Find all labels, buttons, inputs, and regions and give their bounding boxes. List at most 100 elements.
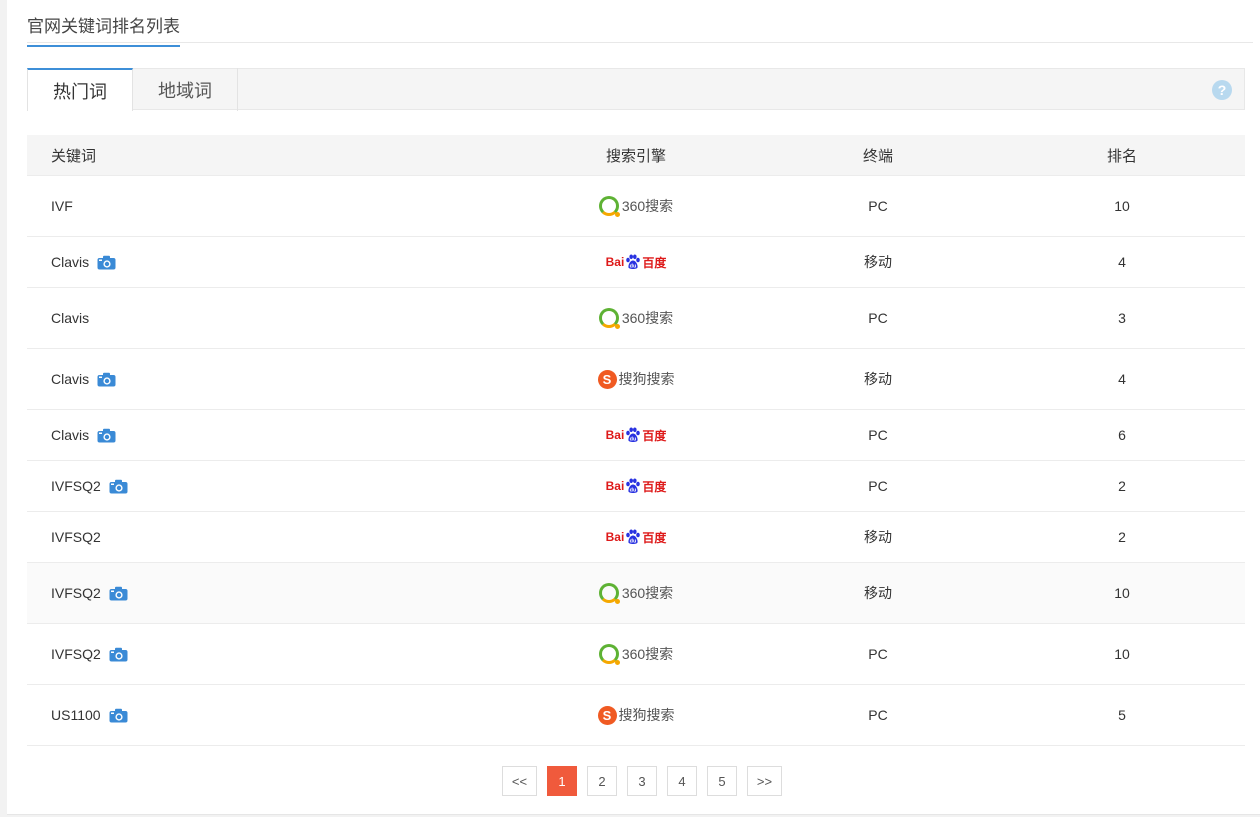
page-header: 官网关键词排名列表 [27, 0, 1253, 47]
engine-baidu-logo: Bai du 百度 [606, 475, 667, 497]
rank-cell: 10 [1114, 585, 1130, 601]
header-engine: 搜索引擎 [605, 147, 666, 165]
baidu-suffix: 百度 [642, 530, 667, 545]
snapshot-camera-icon[interactable] [109, 586, 128, 601]
baidu-prefix: Bai [605, 428, 625, 442]
next-page-button[interactable]: >> [747, 766, 782, 796]
page-5-button[interactable]: 5 [707, 766, 737, 796]
snapshot-camera-icon[interactable] [97, 372, 116, 387]
help-icon[interactable]: ? [1212, 80, 1232, 100]
keyword-cell: US1100 [27, 707, 515, 723]
pagination: << 1 2 3 4 5 >> [502, 766, 782, 796]
table-row: Clavis S 搜狗搜索 移动 4 [27, 349, 1245, 410]
engine-360-logo: 360搜索 [598, 307, 674, 329]
terminal-cell: PC [868, 310, 888, 326]
engine-label: 搜狗搜索 [618, 371, 675, 387]
keyword-text: IVFSQ2 [51, 529, 101, 545]
page-3-button[interactable]: 3 [627, 766, 657, 796]
keyword-text: IVF [51, 198, 73, 214]
keyword-text: Clavis [51, 371, 90, 387]
prev-page-button[interactable]: << [502, 766, 537, 796]
keyword-cell: Clavis [27, 254, 515, 270]
table-row: Clavis Bai du 百度 PC 6 [27, 410, 1245, 461]
table-row: Clavis 360搜索 PC 3 [27, 288, 1245, 349]
table-row: IVFSQ2 Bai du 百度 PC 2 [27, 461, 1245, 512]
engine-label: 360搜索 [621, 310, 674, 326]
table-row: IVFSQ2 360搜索 移动 10 [27, 563, 1245, 624]
header-keyword: 关键词 [51, 147, 97, 165]
rank-cell: 3 [1118, 310, 1126, 326]
keyword-text: US1100 [51, 707, 101, 723]
rank-cell: 4 [1118, 254, 1126, 270]
ring-360-icon [598, 583, 620, 604]
keyword-ranking-table: 关键词 搜索引擎 终端 排名 IVF 360搜索 PC 10 Clavis Ba… [27, 135, 1245, 746]
keyword-cell: IVFSQ2 [27, 585, 515, 601]
baidu-paw-text: du [630, 264, 637, 270]
engine-cell: Bai du 百度 [515, 475, 757, 497]
rank-cell: 2 [1118, 529, 1126, 545]
baidu-suffix: 百度 [642, 479, 667, 494]
keyword-cell: IVFSQ2 [27, 646, 515, 662]
table-row: IVFSQ2 360搜索 PC 10 [27, 624, 1245, 685]
keyword-text: IVFSQ2 [51, 646, 101, 662]
engine-baidu-logo: Bai du 百度 [605, 526, 667, 548]
tab-region-keywords[interactable]: 地域词 [133, 68, 238, 111]
terminal-cell: PC [868, 478, 888, 494]
baidu-suffix: 百度 [642, 255, 667, 270]
page-title: 官网关键词排名列表 [27, 12, 180, 47]
keyword-cell: IVFSQ2 [27, 529, 515, 545]
rank-cell: 5 [1118, 707, 1126, 723]
table-header: 关键词 搜索引擎 终端 排名 [27, 135, 1245, 176]
page-4-button[interactable]: 4 [667, 766, 697, 796]
page-2-button[interactable]: 2 [587, 766, 617, 796]
baidu-paw-icon: du [626, 254, 641, 270]
tab-hot-keywords[interactable]: 热门词 [27, 68, 133, 111]
keyword-cell: Clavis [27, 371, 515, 387]
content-panel: 官网关键词排名列表 热门词 地域词 ? 关键词 搜索引擎 终端 排名 IVF 3… [7, 0, 1260, 815]
engine-cell: Bai du 百度 [515, 526, 757, 548]
baidu-prefix: Bai [605, 530, 625, 544]
engine-label: 360搜索 [621, 646, 674, 662]
keyword-text: IVFSQ2 [51, 478, 101, 494]
engine-sogou-logo: S 搜狗搜索 [597, 368, 675, 390]
page-1-button[interactable]: 1 [547, 766, 577, 796]
terminal-cell: PC [868, 707, 888, 723]
terminal-cell: PC [868, 198, 888, 214]
keyword-text: Clavis [51, 254, 90, 270]
snapshot-camera-icon[interactable] [109, 647, 128, 662]
keyword-cell: Clavis [27, 427, 515, 443]
keyword-cell: IVF [27, 198, 515, 214]
rank-cell: 4 [1118, 371, 1126, 387]
ring-360-icon [598, 644, 620, 665]
engine-label: 360搜索 [621, 198, 674, 214]
table-row: IVFSQ2 Bai du 百度 移动 2 [27, 512, 1245, 563]
engine-360-logo: 360搜索 [598, 643, 674, 665]
snapshot-camera-icon[interactable] [109, 479, 128, 494]
table-row: US1100 S 搜狗搜索 PC 5 [27, 685, 1245, 746]
snapshot-camera-icon[interactable] [97, 428, 116, 443]
snapshot-camera-icon[interactable] [109, 708, 128, 723]
engine-cell: S 搜狗搜索 [515, 704, 757, 726]
engine-360-logo: 360搜索 [598, 195, 674, 217]
table-row: Clavis Bai du 百度 移动 4 [27, 237, 1245, 288]
table-body: IVF 360搜索 PC 10 Clavis Bai du 百度 移动 4 Clav… [27, 176, 1245, 746]
rank-cell: 10 [1114, 198, 1130, 214]
engine-360-logo: 360搜索 [598, 582, 673, 604]
rank-cell: 2 [1118, 478, 1126, 494]
header-rank: 排名 [1106, 147, 1137, 165]
engine-cell: 360搜索 [515, 643, 757, 665]
terminal-cell: 移动 [864, 529, 892, 545]
terminal-cell: PC [868, 646, 888, 662]
baidu-paw-text: du [630, 437, 637, 443]
engine-baidu-logo: Bai du 百度 [605, 424, 666, 446]
baidu-paw-text: du [630, 539, 637, 545]
terminal-cell: 移动 [864, 371, 892, 387]
snapshot-camera-icon[interactable] [97, 255, 116, 270]
terminal-cell: PC [868, 427, 888, 443]
terminal-cell: 移动 [864, 585, 892, 601]
engine-cell: 360搜索 [515, 195, 757, 217]
engine-label: 搜狗搜索 [618, 707, 675, 723]
keyword-text: Clavis [51, 310, 90, 326]
baidu-paw-icon: du [626, 478, 641, 494]
tab-bar: 热门词 地域词 ? [27, 68, 1245, 111]
